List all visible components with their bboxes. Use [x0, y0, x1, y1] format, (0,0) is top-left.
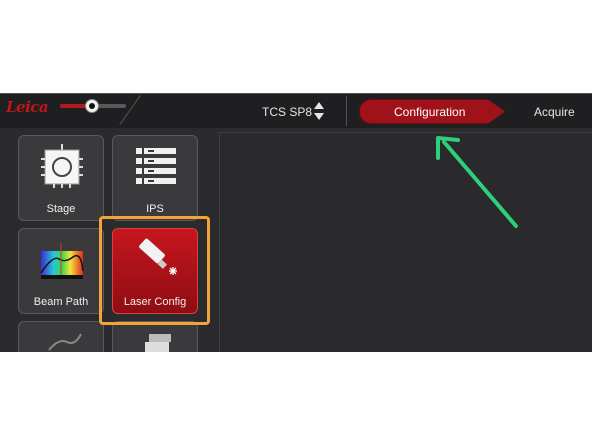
list-icon: [136, 148, 176, 184]
curve-icon: [48, 333, 82, 351]
stage-icon: [41, 144, 83, 188]
stack-icon: [145, 334, 171, 352]
divider: [346, 96, 347, 126]
spectrum-icon: [40, 243, 84, 279]
main-panel: [219, 132, 592, 352]
tab-acquire[interactable]: Acquire: [534, 105, 575, 119]
tab-label: Configuration: [394, 104, 466, 119]
tile-label: Stage: [46, 203, 76, 215]
stage-tile[interactable]: Stage: [18, 135, 104, 221]
system-selector-label[interactable]: TCS SP8: [262, 105, 312, 119]
slider-thumb[interactable]: [85, 99, 99, 113]
highlight-box: [99, 216, 210, 325]
tile-partial[interactable]: [112, 321, 198, 352]
tab-configuration[interactable]: Configuration: [359, 99, 505, 124]
up-down-arrows-icon[interactable]: [313, 100, 325, 122]
top-bar: Leica TCS SP8 Configuration Acquire: [0, 93, 592, 128]
leica-logo: Leica: [6, 98, 49, 116]
tile-label: IPS: [146, 203, 164, 215]
logo-area: Leica: [0, 93, 148, 128]
tile-label: Beam Path: [33, 296, 89, 308]
tile-partial[interactable]: [18, 321, 104, 352]
ips-tile[interactable]: IPS: [112, 135, 198, 221]
beam-path-tile[interactable]: Beam Path: [18, 228, 104, 314]
